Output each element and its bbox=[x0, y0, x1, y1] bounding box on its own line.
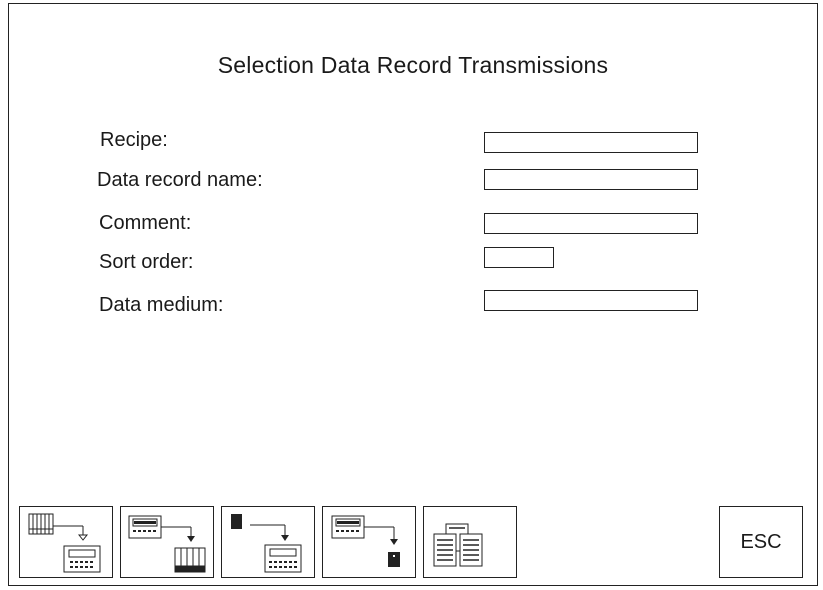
esc-button[interactable]: ESC bbox=[719, 506, 803, 578]
panel-to-medium-transfer-icon bbox=[331, 515, 400, 567]
panel-to-recipe-transfer-icon bbox=[128, 515, 206, 573]
comment-label: Comment: bbox=[99, 212, 192, 234]
panel-to-recipe-button[interactable] bbox=[120, 506, 214, 578]
medium-to-panel-transfer-icon bbox=[231, 514, 302, 573]
panel-to-medium-button[interactable] bbox=[322, 506, 416, 578]
screen-frame: Selection Data Record Transmissions Reci… bbox=[8, 3, 818, 586]
page-title: Selection Data Record Transmissions bbox=[217, 52, 609, 78]
comment-field[interactable] bbox=[484, 213, 698, 234]
data-medium-label: Data medium: bbox=[99, 294, 224, 316]
recipe-field[interactable] bbox=[484, 132, 698, 153]
medium-to-panel-button[interactable] bbox=[221, 506, 315, 578]
recipe-label: Recipe: bbox=[100, 129, 168, 151]
data-record-name-field[interactable] bbox=[484, 169, 698, 190]
data-records-overview-icon bbox=[433, 523, 483, 567]
data-records-overview-button[interactable] bbox=[423, 506, 517, 578]
sort-order-label: Sort order: bbox=[99, 251, 194, 273]
recipe-to-panel-button[interactable] bbox=[19, 506, 113, 578]
data-record-name-label: Data record name: bbox=[97, 169, 263, 191]
sort-order-field[interactable] bbox=[484, 247, 554, 268]
data-medium-field[interactable] bbox=[484, 290, 698, 311]
recipe-to-panel-transfer-icon bbox=[28, 513, 101, 573]
